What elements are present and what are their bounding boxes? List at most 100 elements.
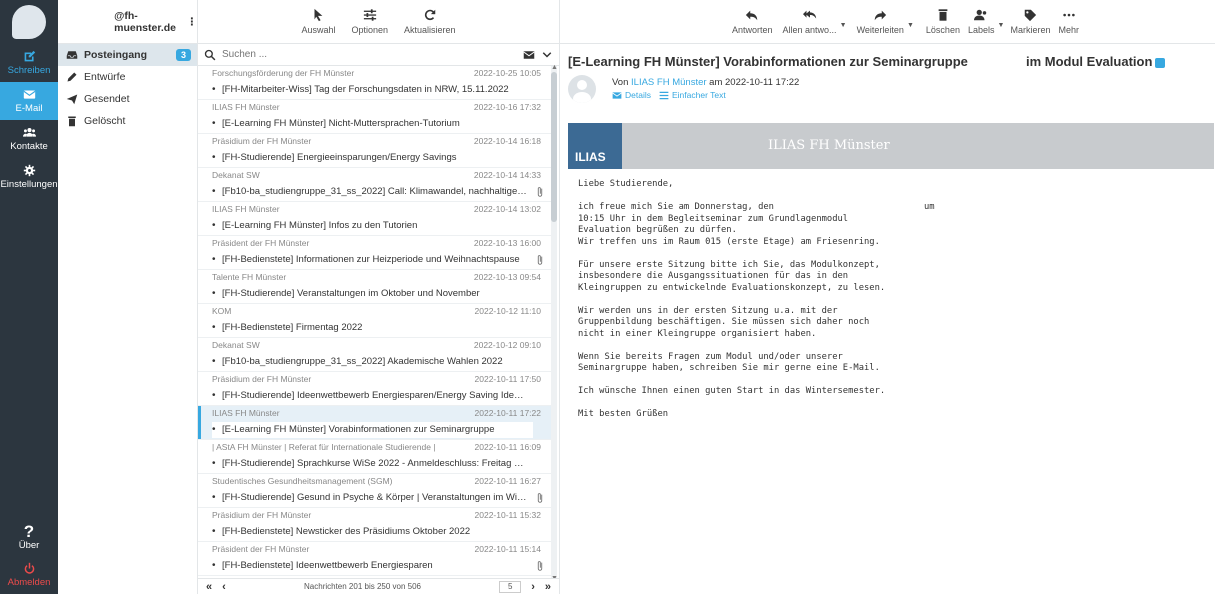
reply-all-label: Allen antwo... [782,25,837,35]
options-label: Optionen [351,25,389,35]
paragraph-3: Wir werden uns in der ersten Sitzung u.a… [578,305,870,339]
open-in-new-window-icon[interactable] [1155,57,1166,68]
message-row[interactable]: ILIAS FH Münster 2022-10-14 13:02 [E-Learn… [198,202,551,236]
page-number-input[interactable]: 5 [499,580,522,593]
labels-label: Labels [967,25,995,35]
mail-nav-button[interactable]: E-Mail [0,82,58,120]
compose-button[interactable]: Schreiben [0,44,58,82]
message-subject: [Fb10-ba_studiengruppe_31_ss_2022] Akade… [212,354,541,370]
message-subject: [FH-Studierende] Veranstaltungen im Okto… [212,286,541,302]
pencil-icon [67,72,77,82]
folder-drafts[interactable]: Entwürfe [58,66,197,88]
message-row[interactable]: Präsidium der FH Münster 2022-10-11 17:50… [198,372,551,406]
sender-avatar [568,75,596,103]
message-row[interactable]: Forschungsförderung der FH Münster 2022-1… [198,66,551,100]
message-row[interactable]: Präsident der FH Münster 2022-10-13 16:00… [198,236,551,270]
message-date: 2022-10-14 16:18 [473,136,541,146]
first-page-button[interactable]: « [206,581,212,593]
message-row[interactable]: ILIAS FH Münster 2022-10-16 17:32 [E-Learn… [198,100,551,134]
paragraph-1: ich freue mich Sie am Donnerstag, den um … [578,202,935,247]
message-row[interactable]: KOM 2022-10-12 11:10 [FH-Bedienstete] Firm… [198,304,551,338]
reply-label: Antworten [732,25,773,35]
message-row[interactable]: Präsidium der FH Münster 2022-10-14 16:18… [198,134,551,168]
closing: Mit besten Grüßen [578,409,669,419]
message-row[interactable]: | AStA FH Münster | Referat für Internat… [198,440,551,474]
contacts-nav-label: Kontakte [10,141,48,152]
scroll-up-icon[interactable]: ▲ [551,64,558,71]
message-subject: [FH-Bedienstete] Newsticker des Präsidiu… [212,524,541,540]
plain-text-label: Einfacher Text [671,90,726,100]
scroll-thumb[interactable] [551,72,557,222]
header-links: Details Einfacher Text [612,90,726,100]
from-prefix: Von [612,77,629,88]
options-button[interactable]: Optionen [347,8,392,35]
folder-sent[interactable]: Gesendet [58,88,197,110]
question-icon: ? [23,521,35,541]
labels-button[interactable]: Labels ▼ [964,8,1004,35]
message-row[interactable]: Studentisches Gesundheitsmanagement (SGM… [198,474,551,508]
message-sender: KOM [212,306,232,316]
more-label: Mehr [1058,25,1080,35]
message-date: 2022-10-25 10:05 [473,68,541,78]
message-subject: [FH-Bedienstete] Firmentag 2022 [212,320,541,336]
gear-icon [23,164,35,177]
message-row[interactable]: Dekanat SW 2022-10-12 09:10 [Fb10-ba_studi… [198,338,551,372]
refresh-button[interactable]: Aktualisieren [400,8,460,35]
refresh-label: Aktualisieren [404,25,456,35]
folder-inbox[interactable]: Posteingang 3 [58,44,197,66]
reply-button[interactable]: Antworten [728,8,777,35]
contacts-nav-button[interactable]: Kontakte [0,120,58,158]
logout-button[interactable]: Abmelden [0,556,58,594]
sender-link[interactable]: ILIAS FH Münster [631,77,707,88]
prev-page-button[interactable]: ‹ [222,581,226,593]
list-toolbar: Auswahl Optionen Aktualisieren [198,0,559,44]
pagination: « ‹ Nachrichten 201 bis 250 von 506 5 › … [198,578,559,594]
forward-button[interactable]: Weiterleiten ▼ [853,8,914,35]
message-date: 2022-10-11 15:14 [474,544,541,554]
settings-nav-button[interactable]: Einstellungen [0,158,58,196]
details-link[interactable]: Details [612,90,651,100]
message-row[interactable]: ILIAS FH Münster 2022-10-11 17:22 [E-Learn… [198,406,551,440]
last-page-button[interactable]: » [545,581,551,593]
about-label: Über [18,539,40,551]
message-subject: [FH-Studierende] Sprachkurse WiSe 2022 -… [212,456,541,472]
message-row[interactable]: Talente FH Münster 2022-10-13 09:54 [FH-St… [198,270,551,304]
about-button[interactable]: ? Über [0,518,58,556]
reply-all-button[interactable]: Allen antwo... ▼ [779,8,847,35]
labels-dropdown-icon[interactable]: ▼ [998,22,1005,29]
message-date: 2022-10-13 16:00 [473,238,541,248]
list-scrollbar[interactable]: ▲ ▼ [551,64,558,582]
settings-nav-label: Einstellungen [0,179,58,190]
contacts-icon [22,128,36,137]
envelope-filter-icon[interactable] [523,49,535,61]
envelope-icon [22,90,36,99]
message-row[interactable]: Präsidium der FH Münster 2022-10-11 15:32… [198,508,551,542]
delete-button[interactable]: Löschen [922,8,964,35]
account-name-redacted [72,14,115,29]
reply-all-dropdown-icon[interactable]: ▼ [840,22,847,29]
message-body: Liebe Studierende, ich freue mich Sie am… [578,179,935,432]
next-page-button[interactable]: › [531,581,535,593]
folder-trash[interactable]: Gelöscht [58,110,197,132]
paperclip-icon [537,561,543,571]
subject-main: [E-Learning FH Münster] Vorabinformation… [568,54,968,69]
forward-label: Weiterleiten [856,25,904,35]
forward-dropdown-icon[interactable]: ▼ [907,22,914,29]
message-subject: [FH-Bedienstete] Informationen zur Heizp… [212,252,541,268]
more-button[interactable]: Mehr [1055,8,1084,35]
kebab-menu-icon[interactable]: ⋮ [187,16,198,28]
message-row[interactable]: Dekanat SW 2022-10-14 14:33 [Fb10-ba_studi… [198,168,551,202]
details-label: Details [625,90,651,100]
reply-icon [746,10,758,21]
message-row[interactable]: Präsident der FH Münster 2022-10-11 15:14… [198,542,551,576]
chevron-down-icon[interactable] [541,49,553,61]
mark-button[interactable]: Markieren [1006,8,1054,35]
message-sender: Präsident der FH Münster [212,238,310,248]
paperclip-icon [537,493,543,503]
select-button[interactable]: Auswahl [297,8,339,35]
ilias-banner: ILIAS ILIAS FH Münster [568,123,1214,169]
refresh-icon [424,9,436,21]
plain-text-link[interactable]: Einfacher Text [659,90,726,100]
search-input[interactable] [222,49,523,60]
account-menu[interactable]: @fh-muenster.de ⋮ [58,0,197,44]
